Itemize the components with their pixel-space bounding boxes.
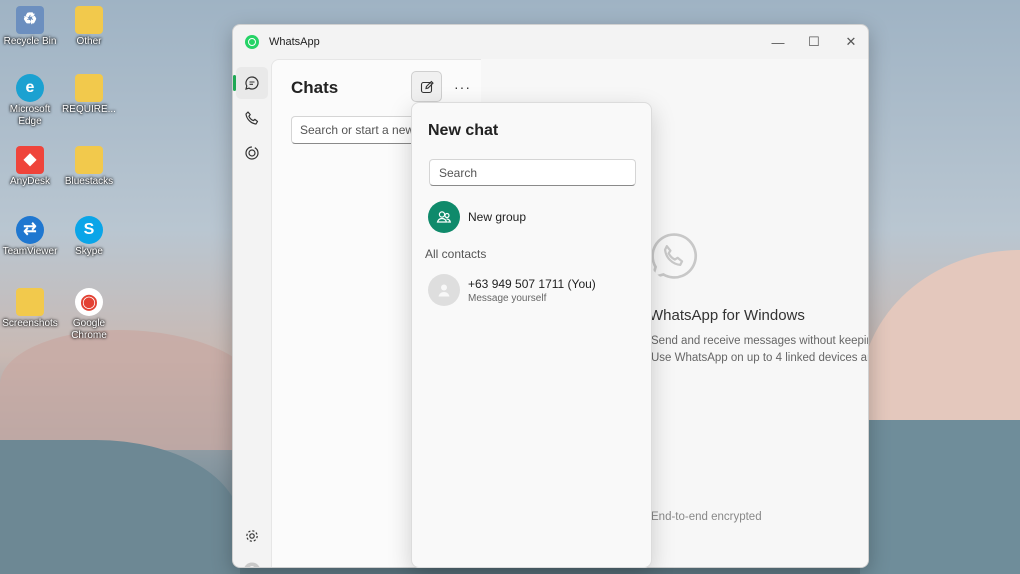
new-chat-popup: New chat Search New group All contacts +… (411, 102, 652, 568)
maximize-button[interactable]: ☐ (796, 31, 832, 53)
welcome-subtitle: Use WhatsApp on up to 4 linked devices a… (651, 352, 868, 364)
more-options-button[interactable]: ··· (447, 71, 478, 102)
desktop-icon-anydesk[interactable]: ◆ AnyDesk (2, 146, 58, 188)
desktop-icon-google-chrome[interactable]: ◉ Google Chrome (61, 288, 117, 342)
desktop-icon-require[interactable]: REQUIRE... (61, 74, 117, 116)
all-contacts-label: All contacts (425, 247, 487, 261)
desktop-icon-label: Screenshots (2, 318, 58, 329)
phone-icon (245, 111, 259, 125)
desktop-icon-microsoft-edge[interactable]: e Microsoft Edge (2, 74, 58, 128)
new-group-item[interactable]: New group (428, 201, 638, 233)
contact-name: +63 949 507 1711 (You) (468, 276, 596, 291)
status-icon (245, 146, 259, 160)
chats-title: Chats (291, 78, 339, 97)
person-icon (438, 284, 450, 297)
whatsapp-logo-icon (245, 35, 259, 49)
folder-icon (75, 74, 103, 102)
wallpaper-dune (860, 250, 1020, 430)
skype-icon: S (75, 216, 103, 244)
desktop-icon-skype[interactable]: S Skype (61, 216, 117, 258)
chats-nav-button[interactable] (236, 67, 268, 99)
status-nav-button[interactable] (236, 137, 268, 169)
avatar (428, 274, 460, 306)
contact-search-input[interactable]: Search (429, 159, 636, 186)
desktop-icon-label: TeamViewer (2, 246, 58, 257)
wallpaper-dune (0, 330, 260, 450)
folder-icon (16, 288, 44, 316)
new-group-icon (428, 201, 460, 233)
teamviewer-icon: ⇄ (16, 216, 44, 244)
chat-icon (245, 76, 259, 90)
folder-icon (75, 146, 103, 174)
window-title: WhatsApp (269, 36, 320, 48)
chrome-icon: ◉ (75, 288, 103, 316)
edge-icon: e (16, 74, 44, 102)
recycle-bin-icon: ♻ (16, 6, 44, 34)
desktop-icon-label: Microsoft Edge (9, 104, 51, 127)
minimize-button[interactable]: — (760, 31, 796, 53)
desktop-icon-label: Google Chrome (71, 318, 107, 341)
desktop-icon-other[interactable]: Other (61, 6, 117, 48)
desktop-icon-label: AnyDesk (9, 176, 50, 187)
desktop-icon-label: Bluestacks (64, 176, 114, 187)
new-chat-title: New chat (428, 122, 499, 139)
gear-icon (246, 530, 258, 542)
welcome-subtitle: Send and receive messages without keepin… (651, 335, 868, 347)
desktop-icon-screenshots[interactable]: Screenshots (2, 288, 58, 330)
desktop-icon-label: Recycle Bin (3, 36, 57, 47)
compose-icon (420, 80, 434, 93)
nav-sidebar (233, 59, 271, 567)
encryption-notice: End-to-end encrypted (651, 511, 762, 523)
anydesk-icon: ◆ (16, 146, 44, 174)
folder-icon (75, 6, 103, 34)
avatar-icon (244, 562, 260, 567)
wallpaper-water (0, 440, 240, 574)
wallpaper-water (860, 420, 1020, 574)
desktop-icon-recycle-bin[interactable]: ♻ Recycle Bin (2, 6, 58, 48)
profile-nav-button[interactable] (236, 555, 268, 567)
whatsapp-watermark-icon (650, 233, 698, 280)
contact-subtitle: Message yourself (468, 292, 547, 304)
desktop-icon-label: Other (76, 36, 102, 47)
new-group-label: New group (468, 210, 527, 224)
new-chat-button[interactable] (411, 71, 442, 102)
desktop-icon-bluestacks[interactable]: Bluestacks (61, 146, 117, 188)
contact-item[interactable]: +63 949 507 1711 (You) Message yourself (428, 273, 638, 307)
desktop-icon-label: Skype (75, 246, 103, 257)
desktop-icon-label: REQUIRE... (62, 104, 116, 115)
calls-nav-button[interactable] (236, 102, 268, 134)
welcome-title: WhatsApp for Windows (649, 307, 805, 324)
desktop-icon-teamviewer[interactable]: ⇄ TeamViewer (2, 216, 58, 258)
settings-nav-button[interactable] (236, 520, 268, 552)
close-button[interactable]: ✕ (833, 31, 868, 53)
